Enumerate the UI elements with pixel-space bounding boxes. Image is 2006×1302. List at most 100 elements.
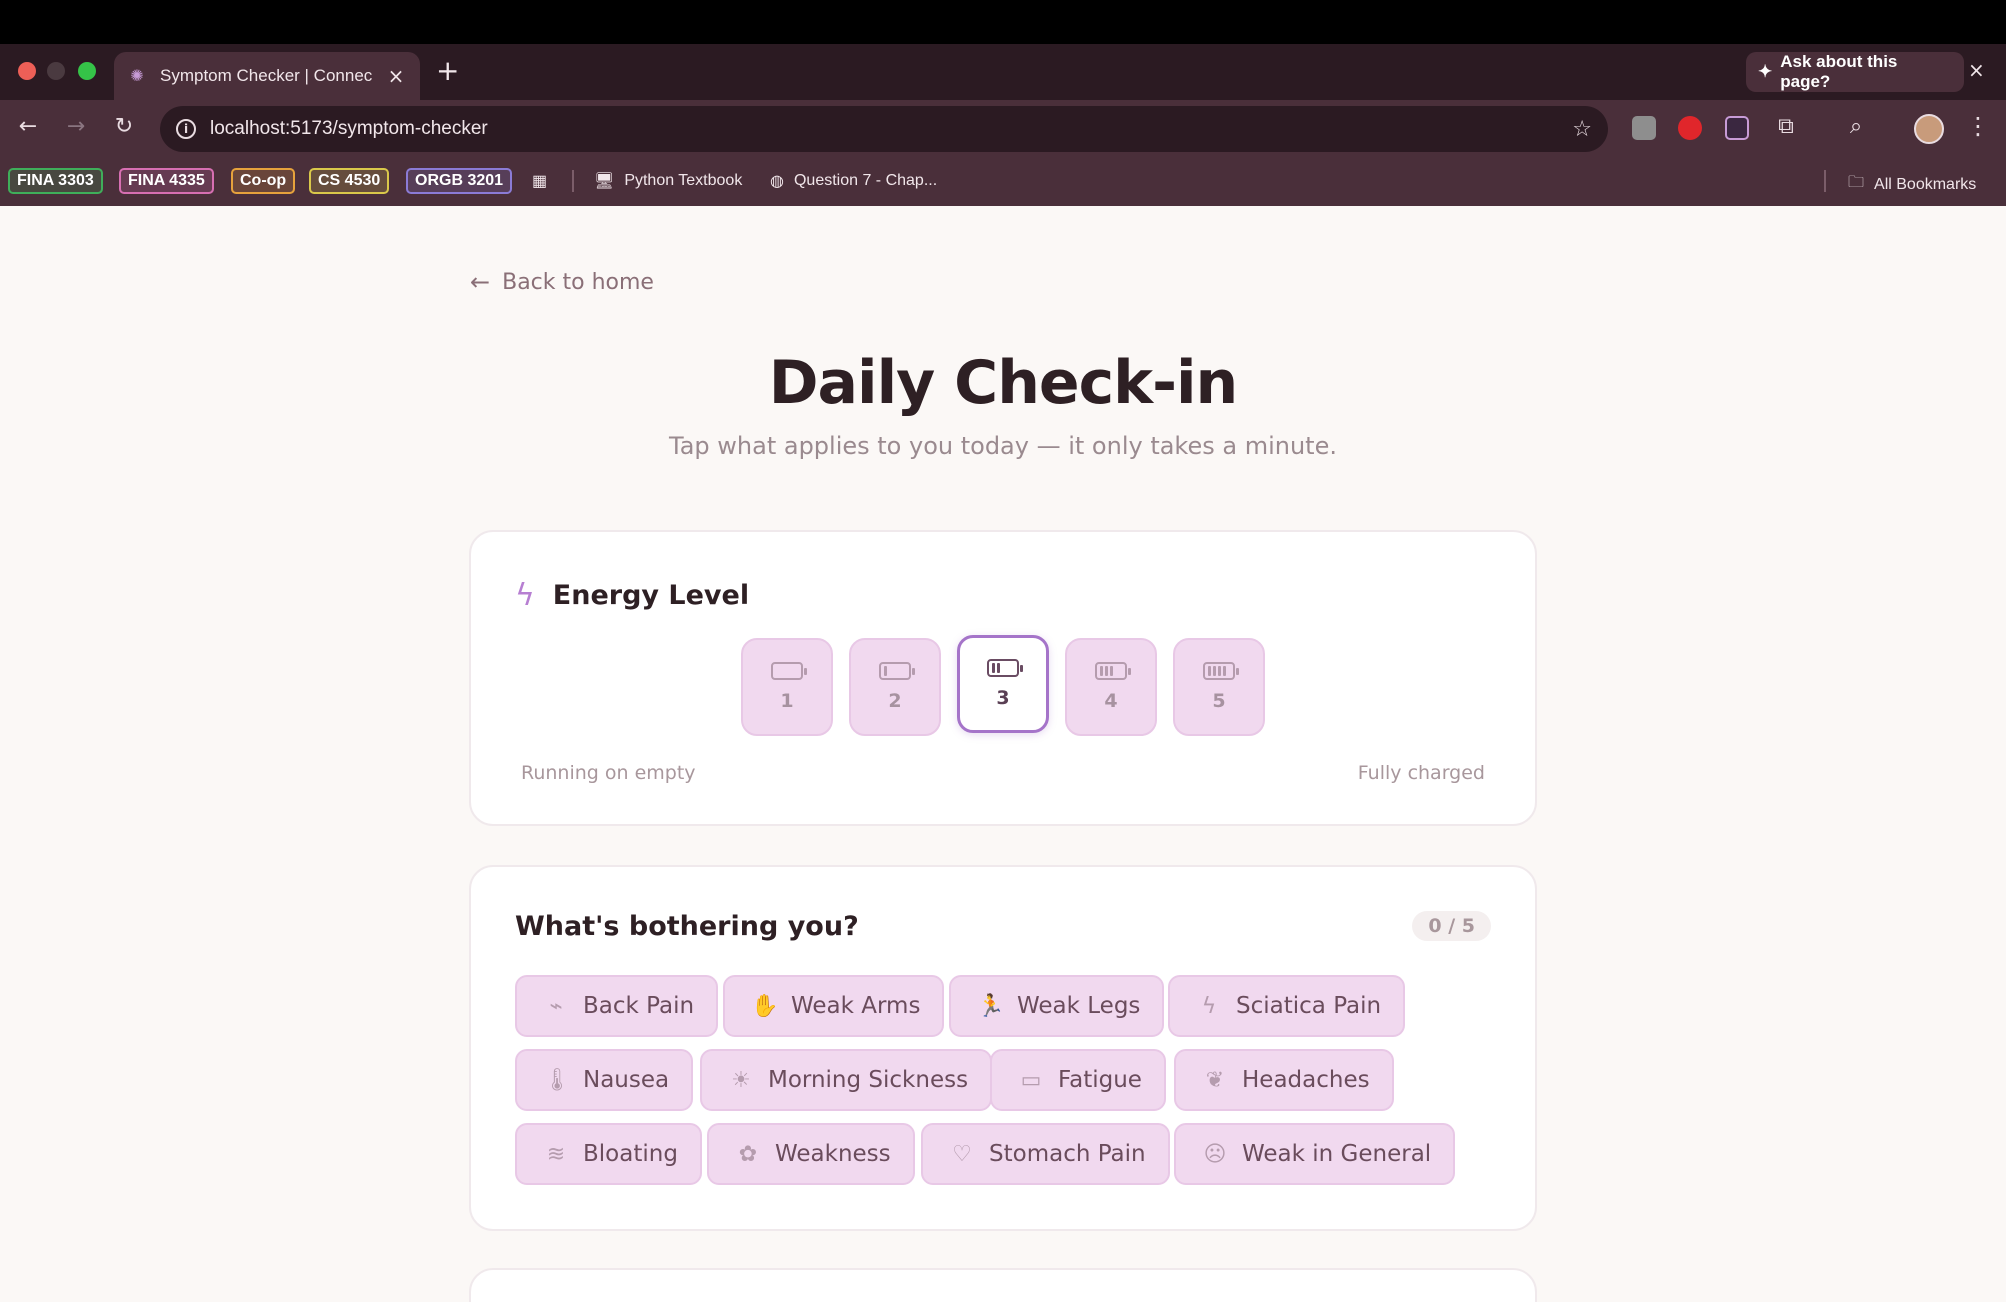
symptom-chip-bloating[interactable]: ≋ Bloating xyxy=(515,1123,702,1185)
apps-grid-icon[interactable]: ▦ xyxy=(532,171,547,191)
symptom-chip-weak-legs[interactable]: 🏃 Weak Legs xyxy=(949,975,1165,1037)
symptom-label: Bloating xyxy=(583,1141,678,1167)
extension-icon[interactable] xyxy=(1678,116,1702,140)
tab-favicon-icon: ✺ xyxy=(130,66,144,85)
symptom-chip-sciatica-pain[interactable]: ϟ Sciatica Pain xyxy=(1168,975,1406,1037)
symptom-label: Weakness xyxy=(775,1141,891,1167)
brain-icon: ❦ xyxy=(1205,1067,1225,1093)
extensions-puzzle-icon[interactable]: ⧉ xyxy=(1772,114,1800,139)
menu-kebab-icon[interactable]: ⋮ xyxy=(1966,112,1990,140)
symptom-chip-weak-arms[interactable]: ✋ Weak Arms xyxy=(723,975,945,1037)
site-info-icon[interactable]: i xyxy=(176,119,196,139)
sparkle-icon: ✦ xyxy=(1758,62,1773,81)
profile-avatar[interactable] xyxy=(1914,114,1944,144)
symptom-label: Back Pain xyxy=(583,993,695,1019)
bookmark-star-icon[interactable]: ☆ xyxy=(1572,117,1592,142)
running-icon: 🏃 xyxy=(977,993,1005,1019)
ask-about-page-button[interactable]: ✦ Ask about this page? xyxy=(1746,52,1964,92)
energy-level-1[interactable]: 1 xyxy=(741,638,833,736)
tab-title: Symptom Checker | Connecti xyxy=(160,66,372,85)
energy-level-2[interactable]: 2 xyxy=(849,638,941,736)
bookmark-co-op[interactable]: Co-op xyxy=(231,168,296,194)
symptom-chip-weakness[interactable]: ✿ Weakness xyxy=(707,1123,915,1185)
battery-medium-icon xyxy=(987,659,1023,677)
page-content: ← Back to home Daily Check-in Tap what a… xyxy=(0,206,2006,1302)
page-title: Daily Check-in xyxy=(768,348,1239,418)
symptom-chip-nausea[interactable]: 🌡 Nausea xyxy=(515,1049,694,1111)
window-close-button[interactable] xyxy=(18,62,36,80)
monitor-icon: 🖥 xyxy=(594,173,615,190)
energy-level-card: ϟ Energy Level 1 2 3 4 5 Running on empt… xyxy=(469,530,1537,826)
symptoms-title: What's bothering you? xyxy=(515,911,859,942)
energy-level-number: 5 xyxy=(1212,690,1226,712)
extension-icon[interactable] xyxy=(1632,116,1656,140)
symptoms-count-badge: 0 / 5 xyxy=(1412,911,1491,941)
symptom-chip-stomach-pain[interactable]: ♡ Stomach Pain xyxy=(921,1123,1170,1185)
sunrise-icon: ☀ xyxy=(731,1067,751,1093)
window-minimize-button[interactable] xyxy=(47,62,65,80)
all-bookmarks[interactable]: 🗀 All Bookmarks xyxy=(1848,171,1976,198)
thermometer-icon: 🌡 xyxy=(543,1067,571,1093)
symptoms-card: What's bothering you? 0 / 5 ⌁ Back Pain … xyxy=(469,865,1537,1231)
system-top-bar xyxy=(0,0,2006,44)
back-to-home-link[interactable]: ← Back to home xyxy=(470,268,654,296)
arrow-left-icon: ← xyxy=(470,268,491,296)
battery-low-icon xyxy=(879,662,915,680)
symptom-label: Fatigue xyxy=(1058,1067,1142,1093)
energy-high-label: Fully charged xyxy=(1357,762,1485,784)
energy-level-3[interactable]: 3 xyxy=(957,635,1049,733)
symptom-chip-morning-sickness[interactable]: ☀ Morning Sickness xyxy=(700,1049,993,1111)
battery-high-icon xyxy=(1095,662,1131,680)
heart-icon: ♡ xyxy=(952,1141,972,1167)
window-zoom-button[interactable] xyxy=(78,62,96,80)
symptom-label: Sciatica Pain xyxy=(1236,993,1382,1019)
energy-level-number: 2 xyxy=(888,690,902,712)
bookmark-fina-4335[interactable]: FINA 4335 xyxy=(119,168,214,194)
ask-about-page-label: Ask about this page? xyxy=(1780,52,1898,91)
bookmark-label: Question 7 - Chap... xyxy=(793,172,938,189)
symptom-chip-back-pain[interactable]: ⌁ Back Pain xyxy=(515,975,719,1037)
tab-search-icon[interactable]: ⌕ xyxy=(1842,114,1870,139)
bolt-icon: ϟ xyxy=(515,577,535,613)
symptom-chip-weak-in-general[interactable]: ☹ Weak in General xyxy=(1174,1123,1456,1185)
folder-icon: 🗀 xyxy=(1848,174,1865,191)
energy-level-number: 3 xyxy=(996,687,1010,709)
bookmark-python-textbook[interactable]: 🖥 Python Textbook xyxy=(594,171,742,191)
energy-level-header: ϟ Energy Level xyxy=(515,580,749,611)
flower-icon: ✿ xyxy=(738,1141,758,1167)
bookmarks-bar xyxy=(0,158,2006,206)
energy-level-4[interactable]: 4 xyxy=(1065,638,1157,736)
symptom-label: Headaches xyxy=(1242,1067,1370,1093)
symptom-chip-headaches[interactable]: ❦ Headaches xyxy=(1174,1049,1394,1111)
battery-full-icon xyxy=(1203,662,1239,680)
symptom-chip-fatigue[interactable]: ▭ Fatigue xyxy=(990,1049,1166,1111)
symptom-label: Weak in General xyxy=(1242,1141,1432,1167)
bolt-icon: ϟ xyxy=(1201,993,1217,1019)
energy-level-options: 1 2 3 4 5 xyxy=(741,635,1265,736)
energy-level-number: 4 xyxy=(1104,690,1118,712)
forward-nav-icon[interactable]: → xyxy=(62,114,90,139)
bookmark-question-7[interactable]: ◍ Question 7 - Chap... xyxy=(770,171,937,191)
bone-icon: ⌁ xyxy=(549,993,563,1019)
extension-icon[interactable] xyxy=(1725,116,1749,140)
symptom-label: Morning Sickness xyxy=(768,1067,969,1093)
ask-close-icon[interactable]: × xyxy=(1968,58,1985,82)
bookmark-cs-4530[interactable]: CS 4530 xyxy=(309,168,390,194)
hand-icon: ✋ xyxy=(751,993,779,1019)
bookmark-fina-3303[interactable]: FINA 3303 xyxy=(8,168,103,194)
bookmark-orgb-3201[interactable]: ORGB 3201 xyxy=(406,168,513,194)
tab-close-icon[interactable]: × xyxy=(386,64,406,88)
energy-low-label: Running on empty xyxy=(521,762,696,784)
back-to-home-label: Back to home xyxy=(502,269,654,295)
address-bar[interactable]: i localhost:5173/symptom-checker ☆ xyxy=(160,106,1608,152)
globe-icon: ◍ xyxy=(770,173,784,190)
reload-icon[interactable]: ↻ xyxy=(110,114,138,139)
face-icon: ☹ xyxy=(1203,1141,1227,1167)
symptom-label: Stomach Pain xyxy=(989,1141,1146,1167)
energy-level-5[interactable]: 5 xyxy=(1173,638,1265,736)
browser-tab[interactable]: ✺ Symptom Checker | Connecti × xyxy=(114,52,420,100)
back-nav-icon[interactable]: ← xyxy=(14,114,42,139)
new-tab-icon[interactable]: + xyxy=(436,56,459,86)
wind-icon: ≋ xyxy=(546,1141,566,1167)
address-url[interactable]: localhost:5173/symptom-checker xyxy=(210,118,1558,140)
